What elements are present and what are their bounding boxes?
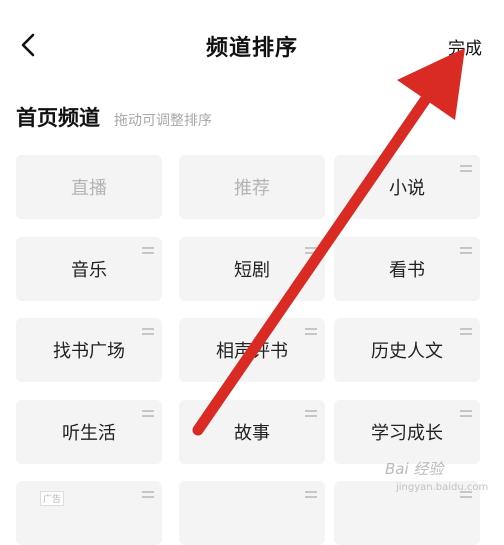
drag-handle-icon[interactable] (305, 410, 317, 417)
drag-handle-icon[interactable] (305, 328, 317, 335)
channel-tile-novel[interactable]: 小说 (334, 155, 480, 219)
channel-tile-partial[interactable] (179, 481, 325, 545)
channel-label: 故事 (234, 423, 270, 444)
drag-handle-icon[interactable] (460, 247, 472, 254)
drag-handle-icon[interactable] (142, 491, 154, 498)
drag-handle-icon[interactable] (142, 247, 154, 254)
channel-tile-short-drama[interactable]: 短剧 (179, 237, 325, 301)
channel-label: 相声评书 (216, 341, 288, 362)
channel-tile-music[interactable]: 音乐 (16, 237, 162, 301)
drag-handle-icon[interactable] (305, 491, 317, 498)
watermark-url: jingyan.baidu.com (396, 482, 489, 493)
drag-handle-icon[interactable] (460, 410, 472, 417)
channel-label: 听生活 (62, 423, 116, 444)
ad-tag: 广告 (40, 491, 65, 506)
drag-handle-icon[interactable] (460, 165, 472, 172)
section-title: 首页频道 (16, 106, 100, 130)
channel-label: 找书广场 (53, 341, 125, 362)
top-bar: 频道排序 完成 (0, 0, 504, 90)
channel-tile-book-square[interactable]: 找书广场 (16, 318, 162, 382)
section-hint: 拖动可调整排序 (114, 113, 212, 129)
drag-handle-icon[interactable] (460, 328, 472, 335)
channel-label: 直播 (71, 178, 107, 199)
channel-label: 历史人文 (371, 341, 443, 362)
channel-label: 小说 (389, 178, 425, 199)
channel-tile-life[interactable]: 听生活 (16, 400, 162, 464)
watermark-logo: Bai 经验 (385, 460, 444, 478)
channel-label: 看书 (389, 260, 425, 281)
channel-label: 音乐 (71, 260, 107, 281)
channel-tile-story[interactable]: 故事 (179, 400, 325, 464)
channel-tile-read-books[interactable]: 看书 (334, 237, 480, 301)
channel-tile-history[interactable]: 历史人文 (334, 318, 480, 382)
channel-tile-partial[interactable] (16, 481, 162, 545)
drag-handle-icon[interactable] (142, 328, 154, 335)
done-button[interactable]: 完成 (448, 34, 482, 59)
channel-label: 学习成长 (371, 423, 443, 444)
page-title: 频道排序 (205, 36, 298, 61)
channel-label: 推荐 (234, 178, 270, 199)
channel-tile-recommend: 推荐 (179, 155, 325, 219)
channel-label: 短剧 (234, 260, 270, 281)
drag-handle-icon[interactable] (142, 410, 154, 417)
channel-tile-learning[interactable]: 学习成长 (334, 400, 480, 464)
channel-tile-live: 直播 (16, 155, 162, 219)
drag-handle-icon[interactable] (305, 247, 317, 254)
channel-tile-crosstalk[interactable]: 相声评书 (179, 318, 325, 382)
